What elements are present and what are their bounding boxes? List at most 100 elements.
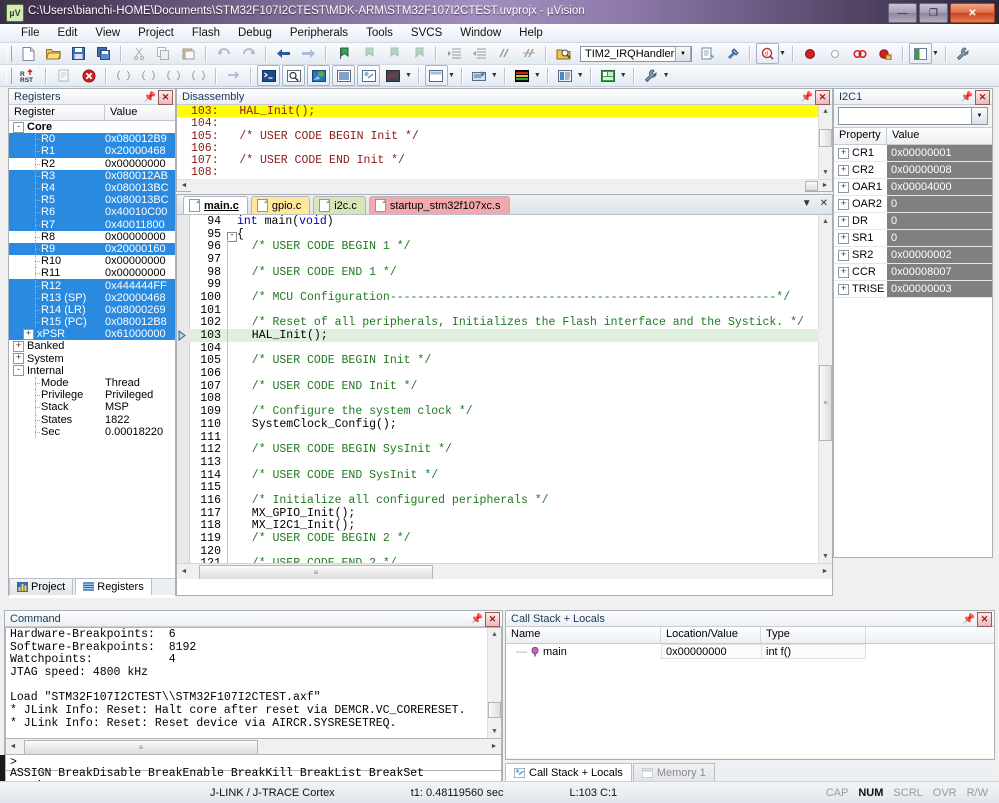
chevron-down-icon[interactable]: ▼ — [577, 72, 584, 79]
scroll-up-icon[interactable]: ▲ — [819, 105, 832, 118]
table-row[interactable]: R2 0x00000000 — [9, 157, 175, 170]
bookmark-prev-icon[interactable] — [357, 43, 380, 64]
navigate-forward-icon[interactable] — [297, 43, 320, 64]
table-row[interactable]: States 1822 — [9, 413, 175, 426]
code-line[interactable]: 116 /* Initialize all configured periphe… — [189, 494, 819, 507]
table-row[interactable]: + SR1 0 — [834, 230, 992, 247]
step-over-icon[interactable] — [137, 65, 160, 86]
build-icon[interactable] — [721, 43, 744, 64]
disassembly-line[interactable]: 108: — [177, 166, 832, 179]
tab-registers[interactable]: Registers — [75, 578, 152, 595]
registers-window-icon[interactable] — [332, 65, 355, 86]
table-row[interactable]: R10 0x00000000 — [9, 255, 175, 268]
scroll-track[interactable]: ≡ — [20, 740, 487, 755]
command-hscrollbar[interactable]: ◄ ≡ ► — [5, 739, 502, 755]
scroll-right-icon[interactable]: ► — [487, 740, 501, 753]
table-row[interactable]: + CR2 0x00000008 — [834, 162, 992, 179]
expand-icon[interactable]: + — [838, 181, 849, 193]
expand-icon[interactable]: + — [838, 164, 849, 176]
scroll-track[interactable] — [191, 179, 805, 192]
expand-icon[interactable]: + — [13, 353, 24, 365]
maximize-button[interactable]: ❐ — [919, 3, 948, 23]
pin-icon[interactable]: 📌 — [144, 91, 156, 103]
code-line[interactable]: 118 MX_I2C1_Init(); — [189, 519, 819, 532]
menu-project[interactable]: Project — [129, 25, 183, 41]
table-row[interactable]: + TRISE 0x00000003 — [834, 281, 992, 298]
analysis-window-icon[interactable] — [511, 65, 534, 86]
code-line[interactable]: 96 /* USER CODE BEGIN 1 */ — [189, 240, 819, 253]
table-row[interactable]: R11 0x00000000 — [9, 267, 175, 280]
table-row[interactable]: R15 (PC) 0x080012B8 — [9, 316, 175, 329]
manage-windows-icon[interactable] — [908, 43, 932, 64]
tab-memory-1[interactable]: Memory 1 — [632, 763, 715, 781]
table-row[interactable]: + SR2 0x00000002 — [834, 247, 992, 264]
collapse-icon[interactable]: - — [13, 121, 24, 133]
toolbar-grip[interactable] — [6, 45, 12, 62]
command-vscrollbar[interactable]: ▲ ▼ — [487, 628, 501, 738]
pin-icon[interactable]: 📌 — [961, 91, 973, 103]
code-line[interactable]: 110 SystemClock_Config(); — [189, 418, 819, 431]
close-icon[interactable]: ✕ — [975, 89, 990, 105]
scroll-down-icon[interactable]: ▼ — [819, 166, 832, 179]
save-icon[interactable] — [67, 43, 90, 64]
table-row[interactable]: Stack MSP — [9, 401, 175, 414]
registers-group-banked[interactable]: + Banked — [9, 340, 175, 352]
command-window-icon[interactable] — [257, 65, 280, 86]
disassembly-line[interactable]: 103: HAL_Init(); — [177, 105, 832, 118]
table-row[interactable]: R13 (SP) 0x20000468 — [9, 291, 175, 304]
editor-vscrollbar[interactable]: ▲ ≡ ▼ — [818, 215, 832, 579]
tab-startup-s[interactable]: startup_stm32f107xc.s — [368, 196, 510, 214]
chevron-down-icon[interactable]: ▼ — [972, 107, 988, 125]
copy-icon[interactable] — [152, 43, 175, 64]
chevron-down-icon[interactable]: ▼ — [663, 72, 670, 79]
scroll-down-icon[interactable]: ▼ — [819, 550, 832, 563]
open-folder-icon[interactable] — [42, 43, 65, 64]
table-row[interactable]: R9 0x20000160 — [9, 242, 175, 256]
chevron-down-icon[interactable]: ▼ — [491, 72, 498, 79]
code-line[interactable]: 112 /* USER CODE BEGIN SysInit */ — [189, 443, 819, 456]
tab-project[interactable]: Project — [9, 578, 74, 595]
chevron-down-icon[interactable]: ▼ — [534, 72, 541, 79]
step-into-source-icon[interactable] — [52, 65, 75, 86]
table-row[interactable]: + DR 0 — [834, 213, 992, 230]
table-row[interactable]: R12 0x444444FF — [9, 279, 175, 292]
step-out-icon[interactable] — [162, 65, 185, 86]
trace-window-icon[interactable] — [554, 65, 577, 86]
close-icon[interactable]: ✕ — [485, 611, 500, 627]
serial-window-icon[interactable] — [468, 65, 491, 86]
callstack-rows[interactable]: — main 0x00000000 int f() — [506, 644, 994, 758]
code-line[interactable]: 111 — [189, 431, 819, 444]
code-line[interactable]: 104 — [189, 342, 819, 355]
scroll-up-icon[interactable]: ▲ — [819, 215, 832, 228]
step-icon[interactable] — [112, 65, 135, 86]
chevron-down-icon[interactable]: ▼ — [620, 72, 627, 79]
code-line[interactable]: 115 — [189, 481, 819, 494]
table-row[interactable]: + OAR1 0x00004000 — [834, 179, 992, 196]
pin-icon[interactable]: 📌 — [963, 613, 975, 625]
code-line[interactable]: 120 — [189, 545, 819, 558]
disassembly-line[interactable]: 104: — [177, 117, 832, 130]
bookmark-next-icon[interactable] — [382, 43, 405, 64]
paste-icon[interactable] — [177, 43, 200, 64]
i2c1-property-list[interactable]: + CR1 0x00000001 + CR2 0x00000008 + OAR1 0x000… — [834, 145, 992, 298]
expand-icon[interactable]: + — [838, 266, 849, 278]
code-line[interactable]: 102 /* Reset of all peripherals, Initial… — [189, 316, 819, 329]
table-row[interactable]: R14 (LR) 0x08000269 — [9, 303, 175, 316]
pin-icon[interactable]: 📌 — [471, 613, 483, 625]
bookmark-clear-icon[interactable] — [407, 43, 430, 64]
indent-icon[interactable] — [442, 43, 465, 64]
menu-window[interactable]: Window — [451, 25, 510, 41]
table-row[interactable]: R7 0x40011800 — [9, 218, 175, 231]
breakpoint-insert-icon[interactable] — [799, 43, 822, 64]
menu-svcs[interactable]: SVCS — [402, 25, 451, 41]
breakpoint-disable-icon[interactable] — [824, 43, 847, 64]
run-to-cursor-icon[interactable] — [187, 65, 210, 86]
outdent-icon[interactable] — [467, 43, 490, 64]
scroll-down-icon[interactable]: ▼ — [488, 725, 501, 738]
expand-icon[interactable]: + — [13, 340, 24, 352]
symbols-window-icon[interactable] — [307, 65, 330, 86]
code-line[interactable]: 99 — [189, 278, 819, 291]
scroll-thumb[interactable]: ≡ — [199, 565, 433, 579]
expand-icon[interactable]: + — [838, 147, 849, 159]
debug-session-icon[interactable]: d — [756, 43, 779, 64]
